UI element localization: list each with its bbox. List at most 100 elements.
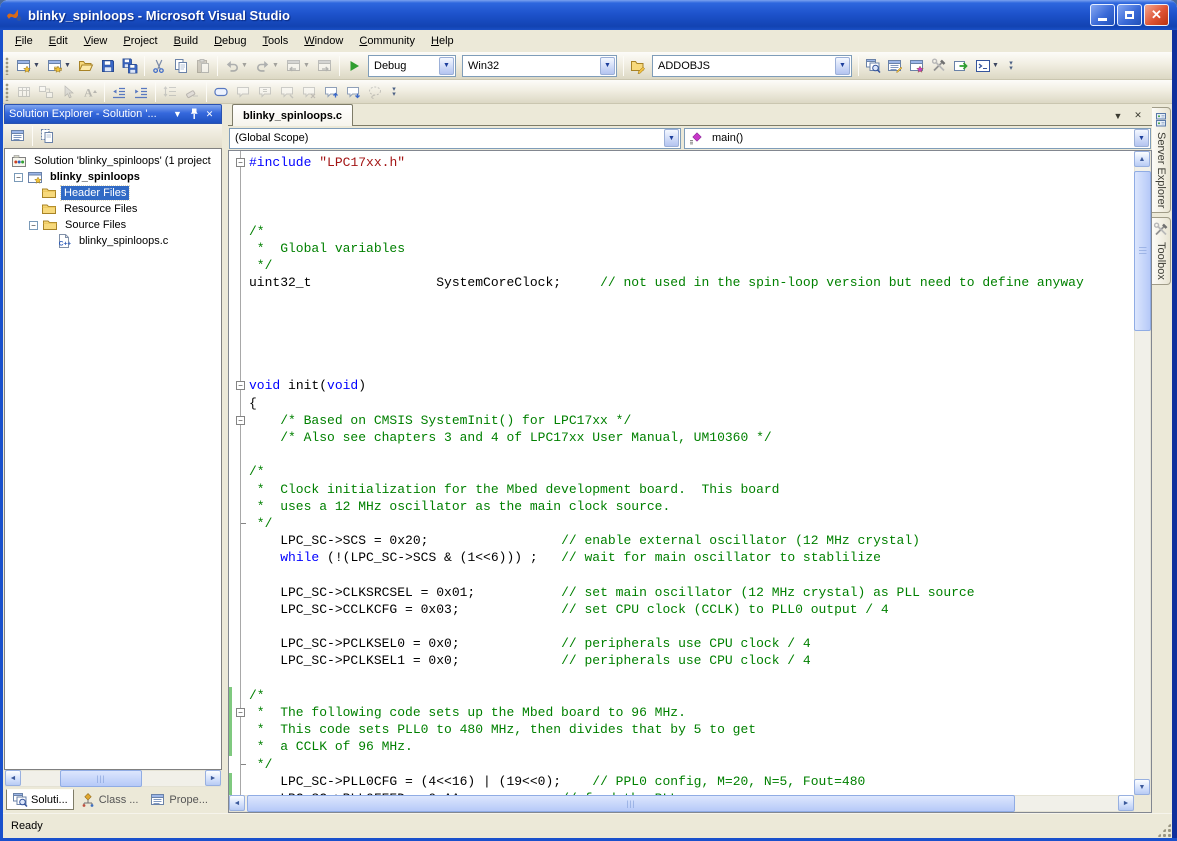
hscroll-thumb[interactable]: ||| — [60, 770, 142, 787]
tree-item-blinky-spinloops-c[interactable]: C++blinky_spinloops.c — [5, 233, 221, 249]
save-all-button[interactable] — [119, 55, 141, 77]
comment-selection-button[interactable] — [254, 81, 276, 103]
previous-bookmark-button[interactable] — [320, 81, 342, 103]
add-existing-item-button[interactable]: ▼ — [44, 55, 75, 77]
menu-item-project[interactable]: Project — [115, 32, 165, 50]
code-editor-surface[interactable]: −#include "LPC17xx.h"/* * Global variabl… — [229, 151, 1134, 795]
menu-item-file[interactable]: File — [7, 32, 41, 50]
new-item-button[interactable]: ▼ — [13, 55, 44, 77]
start-page-button[interactable] — [950, 55, 972, 77]
tool-window-tab-prope[interactable]: Prope... — [144, 789, 214, 810]
comment-task-button[interactable] — [276, 81, 298, 103]
tree-item-blinky-spinloops[interactable]: −blinky_spinloops — [5, 169, 221, 185]
redo-button[interactable]: ▼ — [252, 55, 283, 77]
comment-block-button[interactable] — [210, 81, 232, 103]
cut-button[interactable] — [148, 55, 170, 77]
active-files-dropdown-button[interactable]: ▼ — [1110, 108, 1126, 123]
scroll-right-button[interactable]: ► — [1118, 795, 1134, 811]
navigate-back-button[interactable]: ▼ — [283, 55, 314, 77]
close-button[interactable]: ✕ — [1144, 4, 1169, 26]
autohide-tab-server-explorer[interactable]: Server Explorer — [1152, 107, 1171, 213]
dropdown-arrow-icon[interactable]: ▼ — [991, 62, 1000, 69]
clear-bookmarks-button[interactable] — [364, 81, 386, 103]
tree-item-resource-files[interactable]: Resource Files — [5, 201, 221, 217]
fold-collapse-icon[interactable]: − — [236, 416, 245, 425]
show-all-files-button[interactable] — [36, 125, 58, 147]
scroll-left-button[interactable]: ◄ — [5, 770, 21, 786]
font-size-button[interactable]: A — [79, 81, 101, 103]
toolbar-overflow-button[interactable]: ▾▾ — [388, 87, 400, 97]
panel-close-button[interactable]: ✕ — [202, 107, 217, 121]
solution-platform-combo[interactable]: Win32▼ — [462, 55, 617, 77]
menu-item-view[interactable]: View — [76, 32, 116, 50]
display-objects-button[interactable] — [13, 81, 35, 103]
toolbar-overflow-button[interactable]: ▾▾ — [1005, 61, 1017, 71]
tree-item-solution-blinky-spinloops-1-project[interactable]: Solution 'blinky_spinloops' (1 project — [5, 153, 221, 169]
chevron-down-icon[interactable]: ▼ — [835, 57, 850, 75]
solution-explorer-button[interactable] — [862, 55, 884, 77]
chevron-down-icon[interactable]: ▼ — [664, 129, 679, 147]
tool-window-tab-soluti[interactable]: Soluti... — [6, 789, 74, 810]
clear-formatting-button[interactable] — [181, 81, 203, 103]
dropdown-arrow-icon[interactable]: ▼ — [32, 62, 41, 69]
select-pointer-button[interactable] — [57, 81, 79, 103]
command-window-button[interactable]: ▼ — [972, 55, 1003, 77]
tool-window-tab-class[interactable]: Class ... — [74, 789, 145, 810]
scroll-right-button[interactable]: ► — [205, 770, 221, 786]
dropdown-arrow-icon[interactable]: ▼ — [63, 62, 72, 69]
comment-delete-button[interactable] — [298, 81, 320, 103]
chevron-down-icon[interactable]: ▼ — [600, 57, 615, 75]
maximize-button[interactable] — [1117, 4, 1142, 26]
window-position-menu-button[interactable]: ▼ — [170, 107, 185, 121]
undo-button[interactable]: ▼ — [221, 55, 252, 77]
dropdown-arrow-icon[interactable]: ▼ — [271, 62, 280, 69]
autohide-tab-toolbox[interactable]: Toolbox — [1152, 217, 1171, 285]
properties-window-button[interactable] — [884, 55, 906, 77]
menu-item-window[interactable]: Window — [296, 32, 351, 50]
find-combo-combo[interactable]: ADDOBJS▼ — [652, 55, 852, 77]
toolbar-grip[interactable] — [5, 57, 9, 75]
menu-item-edit[interactable]: Edit — [41, 32, 76, 50]
scroll-up-button[interactable]: ▲ — [1134, 151, 1150, 167]
scroll-left-button[interactable]: ◄ — [229, 795, 245, 811]
vscroll-thumb[interactable]: ||| — [1134, 171, 1151, 331]
solution-explorer-hscrollbar[interactable]: ◄ ||| ► — [5, 770, 221, 787]
toolbar-grip[interactable] — [5, 83, 9, 101]
uncomment-block-button[interactable] — [232, 81, 254, 103]
open-file-button[interactable] — [75, 55, 97, 77]
resize-grip[interactable] — [1157, 823, 1171, 837]
object-browser-button[interactable] — [906, 55, 928, 77]
types-dropdown[interactable]: (Global Scope) ▼ — [229, 128, 681, 149]
decrease-indent-button[interactable] — [108, 81, 130, 103]
hscroll-thumb[interactable]: ||| — [247, 795, 1015, 812]
menu-item-community[interactable]: Community — [351, 32, 423, 50]
chevron-down-icon[interactable]: ▼ — [1134, 129, 1149, 147]
fold-collapse-icon[interactable]: − — [236, 381, 245, 390]
save-button[interactable] — [97, 55, 119, 77]
editor-hscrollbar[interactable]: ◄ ||| ► — [229, 795, 1134, 812]
paste-button[interactable] — [192, 55, 214, 77]
menu-item-help[interactable]: Help — [423, 32, 462, 50]
manage-styles-button[interactable] — [35, 81, 57, 103]
solution-configuration-combo[interactable]: Debug▼ — [368, 55, 456, 77]
minimize-button[interactable] — [1090, 4, 1115, 26]
pin-button[interactable] — [186, 107, 201, 121]
fold-collapse-icon[interactable]: − — [236, 158, 245, 167]
menu-item-tools[interactable]: Tools — [255, 32, 297, 50]
dropdown-arrow-icon[interactable]: ▼ — [240, 62, 249, 69]
tree-expander-icon[interactable]: − — [29, 221, 38, 230]
dropdown-arrow-icon[interactable]: ▼ — [302, 62, 311, 69]
fold-collapse-icon[interactable]: − — [236, 708, 245, 717]
close-document-button[interactable]: ✕ — [1130, 108, 1146, 123]
document-tab[interactable]: blinky_spinloops.c — [232, 104, 353, 126]
find-in-files-button[interactable] — [627, 55, 649, 77]
increase-indent-button[interactable] — [130, 81, 152, 103]
editor-vscrollbar[interactable]: ▲ ||| ▼ — [1134, 151, 1151, 795]
tree-item-header-files[interactable]: Header Files — [5, 185, 221, 201]
toolbox-button[interactable] — [928, 55, 950, 77]
menu-item-build[interactable]: Build — [166, 32, 206, 50]
navigate-forward-button[interactable] — [314, 55, 336, 77]
next-bookmark-button[interactable] — [342, 81, 364, 103]
tree-item-source-files[interactable]: −Source Files — [5, 217, 221, 233]
copy-button[interactable] — [170, 55, 192, 77]
